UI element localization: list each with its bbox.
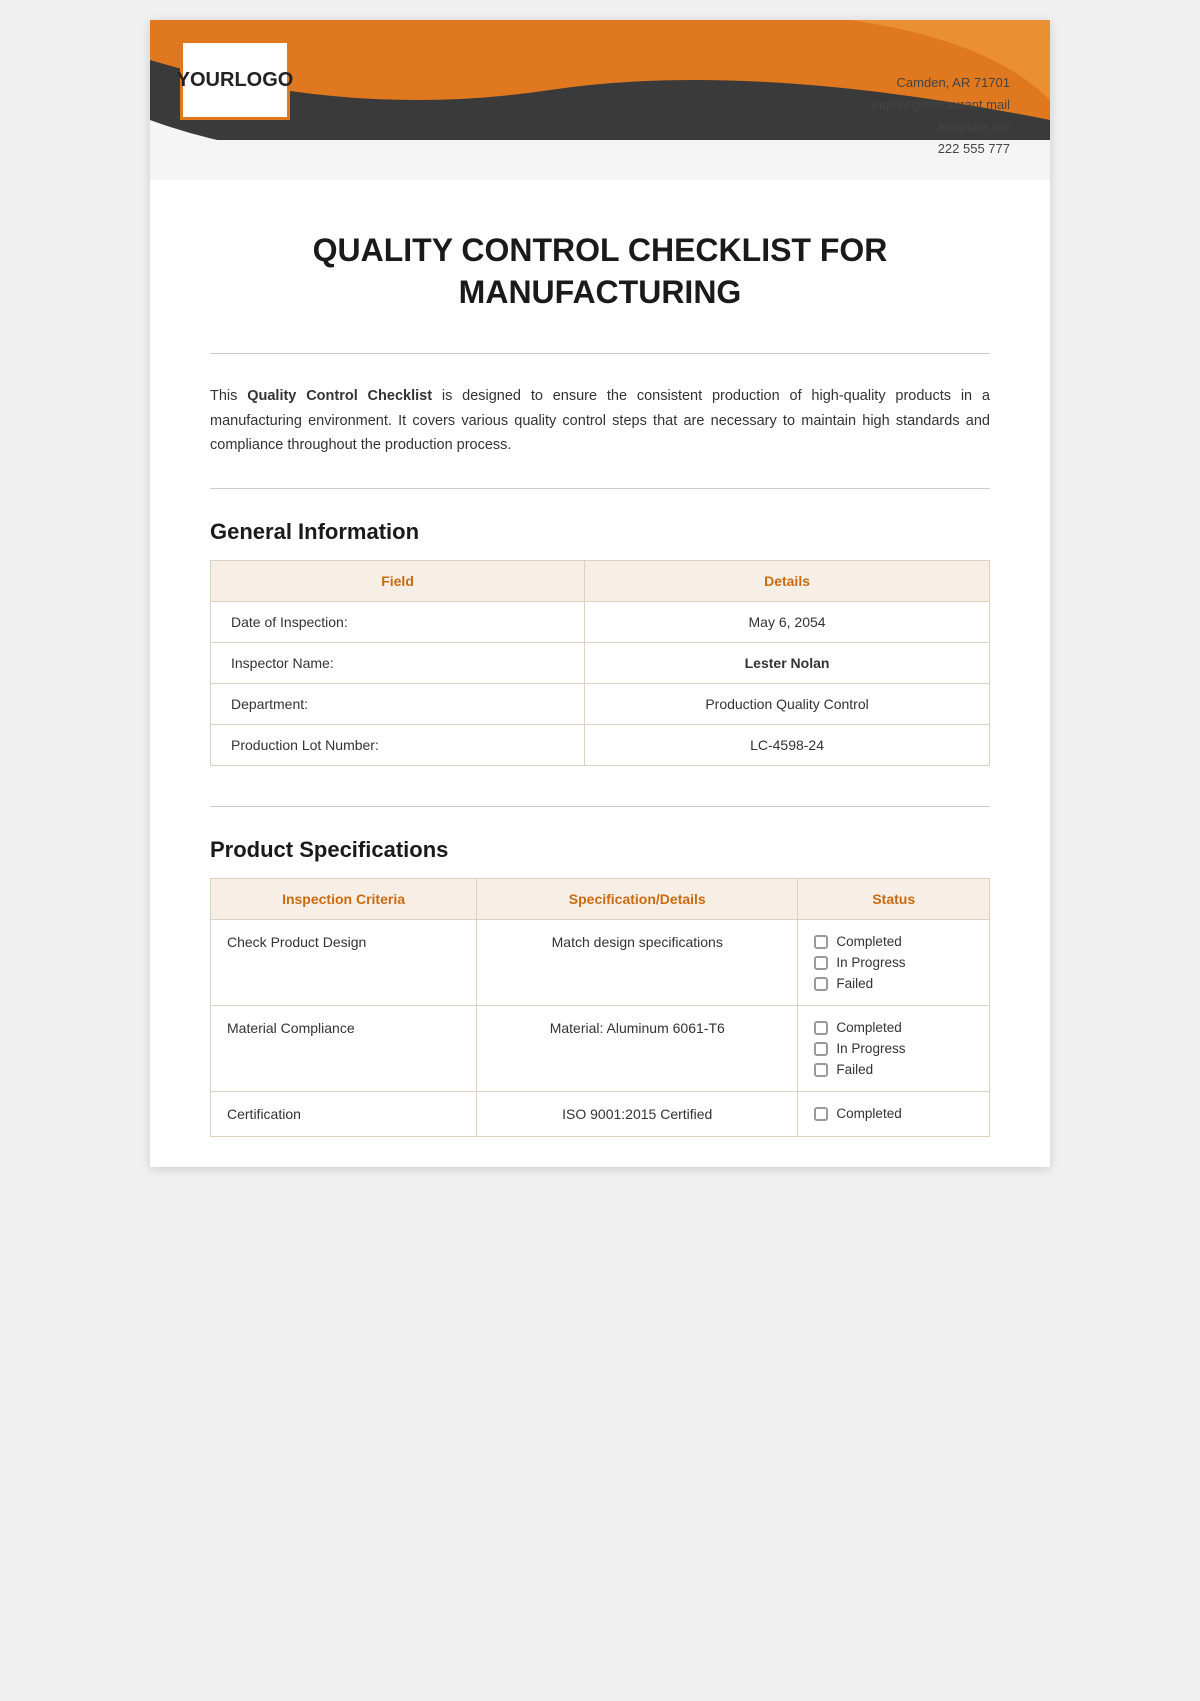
- status-option: In Progress: [814, 1041, 973, 1056]
- spec-cell: ISO 9001:2015 Certified: [477, 1092, 798, 1137]
- description-bold: Quality Control Checklist: [247, 388, 432, 404]
- title-area: QUALITY CONTROL CHECKLIST FOR MANUFACTUR…: [150, 180, 1050, 343]
- table-row: Department:Production Quality Control: [211, 684, 990, 725]
- detail-cell: May 6, 2054: [585, 602, 990, 643]
- contact-info: Camden, AR 71701 inquire@restaurant.mail…: [872, 72, 1010, 160]
- spec-cell: Material: Aluminum 6061-T6: [477, 1006, 798, 1092]
- status-label: Failed: [836, 1062, 873, 1077]
- table-row: Material ComplianceMaterial: Aluminum 60…: [211, 1006, 990, 1092]
- status-cell: Completed In Progress Failed: [798, 1006, 990, 1092]
- contact-email: inquire@restaurant.mail: [872, 94, 1010, 116]
- criteria-cell: Certification: [211, 1092, 477, 1137]
- status-cell: Completed In Progress Failed: [798, 920, 990, 1006]
- table-row: Production Lot Number:LC-4598-24: [211, 725, 990, 766]
- field-cell: Department:: [211, 684, 585, 725]
- detail-cell: Production Quality Control: [585, 684, 990, 725]
- criteria-header: Inspection Criteria: [211, 879, 477, 920]
- divider-1: [210, 353, 990, 354]
- table-row: CertificationISO 9001:2015 Certified Comp…: [211, 1092, 990, 1137]
- table-row: Inspector Name:Lester Nolan: [211, 643, 990, 684]
- checkbox-icon: [814, 977, 828, 991]
- criteria-cell: Material Compliance: [211, 1006, 477, 1092]
- table-row: Check Product DesignMatch design specifi…: [211, 920, 990, 1006]
- contact-website: template.net: [872, 116, 1010, 138]
- table-row: Date of Inspection:May 6, 2054: [211, 602, 990, 643]
- status-option: Failed: [814, 976, 973, 991]
- status-options: Completed: [814, 1106, 973, 1121]
- field-cell: Inspector Name:: [211, 643, 585, 684]
- page: YOUR LOGO Camden, AR 71701 inquire@resta…: [150, 20, 1050, 1167]
- status-label: In Progress: [836, 1041, 905, 1056]
- status-label: Failed: [836, 976, 873, 991]
- checkbox-icon: [814, 956, 828, 970]
- general-info-section: General Information Field Details Date o…: [150, 499, 1050, 796]
- status-cell: Completed: [798, 1092, 990, 1137]
- description: This Quality Control Checklist is design…: [150, 364, 1050, 478]
- checkbox-icon: [814, 1021, 828, 1035]
- field-cell: Production Lot Number:: [211, 725, 585, 766]
- spec-header: Specification/Details: [477, 879, 798, 920]
- divider-3: [210, 806, 990, 807]
- detail-cell: Lester Nolan: [585, 643, 990, 684]
- contact-address: Camden, AR 71701: [872, 72, 1010, 94]
- checkbox-icon: [814, 1107, 828, 1121]
- general-info-title: General Information: [210, 519, 990, 545]
- product-specs-section: Product Specifications Inspection Criter…: [150, 817, 1050, 1167]
- status-label: Completed: [836, 934, 901, 949]
- status-label: Completed: [836, 1106, 901, 1121]
- status-options: Completed In Progress Failed: [814, 1020, 973, 1077]
- checkbox-icon: [814, 1042, 828, 1056]
- status-label: In Progress: [836, 955, 905, 970]
- general-info-table: Field Details Date of Inspection:May 6, …: [210, 560, 990, 766]
- criteria-cell: Check Product Design: [211, 920, 477, 1006]
- status-option: Completed: [814, 934, 973, 949]
- divider-2: [210, 488, 990, 489]
- product-specs-title: Product Specifications: [210, 837, 990, 863]
- status-header: Status: [798, 879, 990, 920]
- status-option: Completed: [814, 1020, 973, 1035]
- details-header: Details: [585, 561, 990, 602]
- checkbox-icon: [814, 1063, 828, 1077]
- status-option: In Progress: [814, 955, 973, 970]
- contact-phone: 222 555 777: [872, 138, 1010, 160]
- spec-cell: Match design specifications: [477, 920, 798, 1006]
- field-cell: Date of Inspection:: [211, 602, 585, 643]
- main-title: QUALITY CONTROL CHECKLIST FOR MANUFACTUR…: [210, 230, 990, 313]
- status-options: Completed In Progress Failed: [814, 934, 973, 991]
- detail-cell: LC-4598-24: [585, 725, 990, 766]
- checkbox-icon: [814, 935, 828, 949]
- field-header: Field: [211, 561, 585, 602]
- status-label: Completed: [836, 1020, 901, 1035]
- status-option: Failed: [814, 1062, 973, 1077]
- status-option: Completed: [814, 1106, 973, 1121]
- specs-table: Inspection Criteria Specification/Detail…: [210, 878, 990, 1137]
- logo: YOUR LOGO: [180, 40, 290, 120]
- header: YOUR LOGO Camden, AR 71701 inquire@resta…: [150, 20, 1050, 180]
